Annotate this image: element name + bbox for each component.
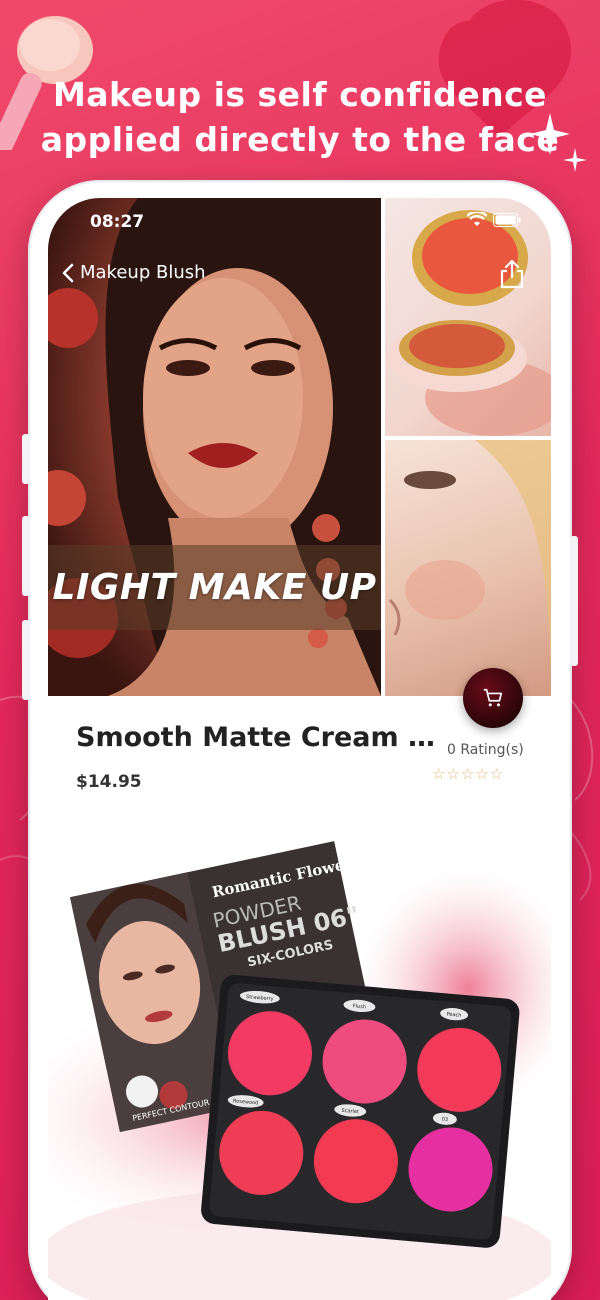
light-makeup-banner: LIGHT MAKE UP bbox=[48, 545, 381, 630]
app-screen: LIGHT MAKE UP 08:27 Makeup Blush Smooth … bbox=[48, 198, 551, 1300]
phone-side-button bbox=[22, 620, 30, 700]
blush-compact-photo bbox=[385, 198, 551, 436]
status-icons bbox=[467, 212, 521, 228]
rating-count: 0 Rating(s) bbox=[447, 742, 524, 758]
status-time: 08:27 bbox=[90, 212, 145, 232]
shade-label: Flush bbox=[353, 1003, 367, 1010]
cart-icon bbox=[483, 688, 503, 707]
shade-label: 03 bbox=[441, 1116, 448, 1123]
promo-headline-line1: Makeup is self confidence bbox=[52, 75, 548, 114]
model-cheek-photo bbox=[385, 440, 551, 696]
wifi-icon bbox=[467, 212, 487, 226]
phone-power-button bbox=[570, 536, 578, 666]
banner-text: LIGHT MAKE UP bbox=[52, 567, 377, 608]
star-rating: ☆☆☆☆☆ bbox=[432, 765, 505, 783]
product-photo: Romantic Flower POWDER BLUSH 06" SIX-COL… bbox=[48, 841, 551, 1300]
chevron-left-icon bbox=[62, 263, 74, 282]
promo-headline-line2: applied directly to the face bbox=[40, 120, 560, 159]
hero-collage: LIGHT MAKE UP 08:27 Makeup Blush bbox=[48, 198, 551, 696]
add-to-cart-button[interactable] bbox=[463, 668, 523, 728]
battery-icon bbox=[493, 213, 521, 227]
phone-side-button bbox=[22, 516, 30, 596]
back-button-label: Makeup Blush bbox=[80, 262, 206, 283]
phone-side-button bbox=[22, 434, 30, 484]
back-button[interactable]: Makeup Blush bbox=[62, 262, 206, 283]
product-price: $14.95 bbox=[76, 772, 142, 792]
promo-headline: Makeup is self confidence applied direct… bbox=[0, 72, 600, 162]
share-icon[interactable] bbox=[497, 258, 527, 290]
product-title: Smooth Matte Cream B... bbox=[76, 722, 448, 753]
